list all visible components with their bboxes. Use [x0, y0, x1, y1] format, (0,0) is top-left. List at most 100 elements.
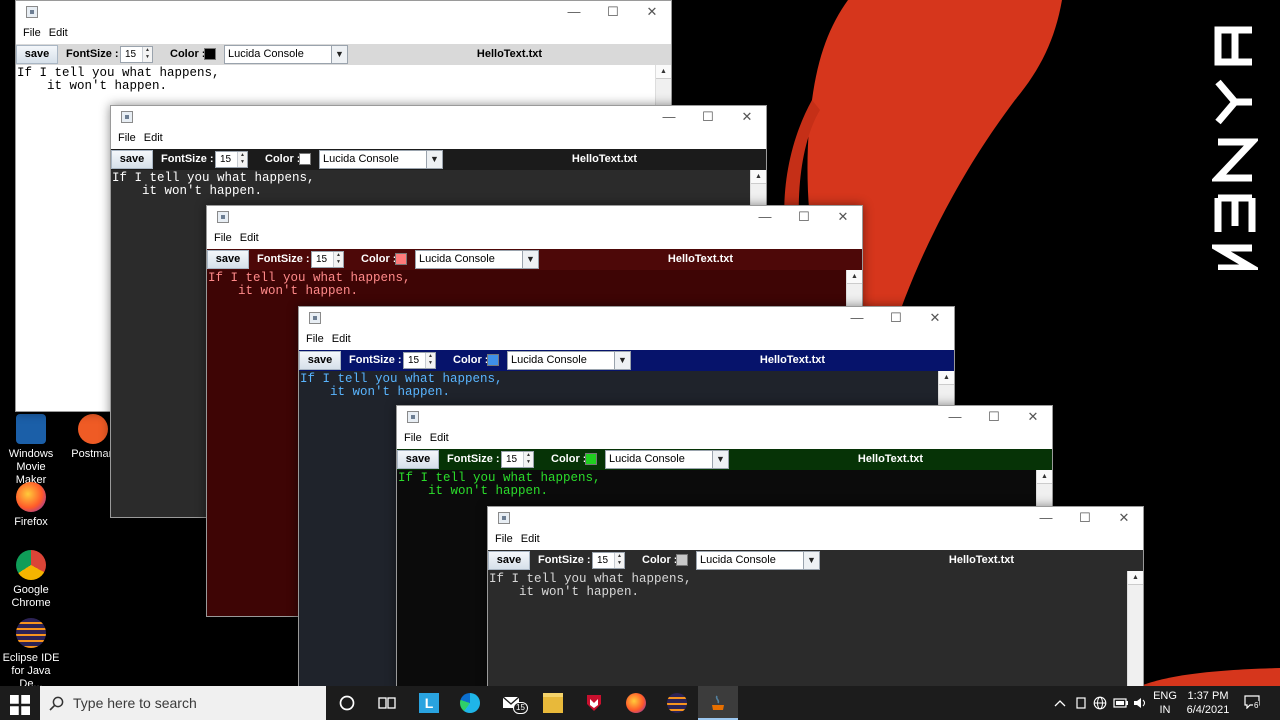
title-bar[interactable]: — ☐ ✕	[299, 307, 954, 329]
title-bar[interactable]: — ☐ ✕	[111, 106, 766, 128]
clock[interactable]: 1:37 PM 6/4/2021	[1180, 689, 1236, 717]
color-swatch[interactable]	[585, 453, 597, 465]
text-editor[interactable]: If I tell you what happens, it won't hap…	[488, 571, 1143, 686]
scroll-up-icon[interactable]: ▲	[847, 270, 862, 284]
font-select[interactable]: Lucida Console ▼	[415, 250, 539, 269]
cortana-icon[interactable]	[337, 693, 357, 713]
menu-file[interactable]: File	[400, 428, 426, 449]
device-icon[interactable]	[1074, 696, 1088, 710]
save-button[interactable]: save	[16, 45, 58, 64]
maximize-button[interactable]: ☐	[1066, 507, 1104, 529]
taskbar-search-box[interactable]: Type here to search	[40, 686, 326, 720]
battery-icon[interactable]	[1113, 697, 1129, 709]
color-swatch[interactable]	[299, 153, 311, 165]
chevron-down-icon[interactable]: ▼	[712, 451, 728, 468]
vertical-scrollbar[interactable]: ▲	[1127, 571, 1143, 686]
save-button[interactable]: save	[397, 450, 439, 469]
desktop-icon-firefox[interactable]: Firefox	[0, 482, 62, 529]
firefox-taskbar-icon[interactable]	[626, 693, 646, 713]
volume-icon[interactable]	[1133, 696, 1149, 710]
maximize-button[interactable]: ☐	[594, 1, 632, 23]
font-select[interactable]: Lucida Console ▼	[224, 45, 348, 64]
save-button[interactable]: save	[111, 150, 153, 169]
close-button[interactable]: ✕	[728, 106, 766, 128]
scroll-up-icon[interactable]: ▲	[939, 371, 954, 385]
notification-center[interactable]: 6	[1244, 695, 1262, 711]
title-bar[interactable]: — ☐ ✕	[488, 507, 1143, 529]
font-select[interactable]: Lucida Console ▼	[507, 351, 631, 370]
task-view-icon[interactable]	[377, 693, 397, 713]
scroll-up-icon[interactable]: ▲	[751, 170, 766, 184]
chevron-down-icon[interactable]: ▼	[522, 251, 538, 268]
minimize-button[interactable]: —	[650, 106, 688, 128]
spinner-arrows-icon[interactable]: ▲ ▼	[142, 47, 152, 62]
menu-edit[interactable]: Edit	[236, 228, 263, 249]
font-select[interactable]: Lucida Console ▼	[605, 450, 729, 469]
chevron-down-icon[interactable]: ▼	[614, 352, 630, 369]
spinner-arrows-icon[interactable]: ▲ ▼	[237, 152, 247, 167]
menu-edit[interactable]: Edit	[426, 428, 453, 449]
font-select[interactable]: Lucida Console ▼	[696, 551, 820, 570]
save-button[interactable]: save	[488, 551, 530, 570]
title-bar[interactable]: — ☐ ✕	[207, 206, 862, 228]
color-swatch[interactable]	[487, 354, 499, 366]
close-button[interactable]: ✕	[1014, 406, 1052, 428]
minimize-button[interactable]: —	[555, 1, 593, 23]
l-app-icon[interactable]: L	[419, 693, 439, 713]
menu-edit[interactable]: Edit	[45, 23, 72, 44]
save-button[interactable]: save	[299, 351, 341, 370]
maximize-button[interactable]: ☐	[975, 406, 1013, 428]
java-taskbar-item-active[interactable]	[698, 686, 738, 720]
minimize-button[interactable]: —	[1027, 507, 1065, 529]
menu-file[interactable]: File	[491, 529, 517, 550]
menu-edit[interactable]: Edit	[517, 529, 544, 550]
close-button[interactable]: ✕	[633, 1, 671, 23]
minimize-button[interactable]: —	[936, 406, 974, 428]
maximize-button[interactable]: ☐	[877, 307, 915, 329]
spinner-arrows-icon[interactable]: ▲ ▼	[425, 353, 435, 368]
chevron-up-icon[interactable]	[1054, 698, 1066, 708]
desktop-icon-eclipse[interactable]: Eclipse IDE for Java De...	[0, 618, 62, 686]
menu-file[interactable]: File	[19, 23, 45, 44]
mail-icon[interactable]: 15	[502, 693, 528, 714]
file-explorer-icon[interactable]	[543, 693, 563, 713]
mcafee-icon[interactable]	[584, 693, 604, 713]
spinner-arrows-icon[interactable]: ▲ ▼	[523, 452, 533, 467]
font-select[interactable]: Lucida Console ▼	[319, 150, 443, 169]
color-swatch[interactable]	[676, 554, 688, 566]
minimize-button[interactable]: —	[746, 206, 784, 228]
menu-file[interactable]: File	[210, 228, 236, 249]
font-size-spinner[interactable]: 15 ▲ ▼	[311, 251, 344, 268]
desktop-icon-movie-maker[interactable]: Windows Movie Maker	[0, 414, 62, 487]
color-swatch[interactable]	[395, 253, 407, 265]
chevron-down-icon[interactable]: ▼	[426, 151, 442, 168]
font-size-spinner[interactable]: 15 ▲ ▼	[403, 352, 436, 369]
title-bar[interactable]: — ☐ ✕	[397, 406, 1052, 428]
menu-file[interactable]: File	[114, 128, 140, 149]
menu-edit[interactable]: Edit	[328, 329, 355, 350]
maximize-button[interactable]: ☐	[689, 106, 727, 128]
edge-icon[interactable]	[460, 693, 480, 713]
menu-edit[interactable]: Edit	[140, 128, 167, 149]
close-button[interactable]: ✕	[824, 206, 862, 228]
font-size-spinner[interactable]: 15 ▲ ▼	[592, 552, 625, 569]
spinner-arrows-icon[interactable]: ▲ ▼	[333, 252, 343, 267]
menu-file[interactable]: File	[302, 329, 328, 350]
chevron-down-icon[interactable]: ▼	[331, 46, 347, 63]
font-size-spinner[interactable]: 15 ▲ ▼	[120, 46, 153, 63]
font-size-spinner[interactable]: 15 ▲ ▼	[501, 451, 534, 468]
scroll-up-icon[interactable]: ▲	[656, 65, 671, 79]
close-button[interactable]: ✕	[916, 307, 954, 329]
color-swatch[interactable]	[204, 48, 216, 60]
windows-start-icon[interactable]	[10, 695, 30, 715]
desktop-icon-chrome[interactable]: Google Chrome	[0, 550, 62, 610]
title-bar[interactable]: — ☐ ✕	[16, 1, 671, 23]
maximize-button[interactable]: ☐	[785, 206, 823, 228]
scroll-up-icon[interactable]: ▲	[1037, 470, 1052, 484]
close-button[interactable]: ✕	[1105, 507, 1143, 529]
scroll-up-icon[interactable]: ▲	[1128, 571, 1143, 585]
font-size-spinner[interactable]: 15 ▲ ▼	[215, 151, 248, 168]
chevron-down-icon[interactable]: ▼	[803, 552, 819, 569]
save-button[interactable]: save	[207, 250, 249, 269]
network-globe-icon[interactable]	[1093, 696, 1107, 710]
